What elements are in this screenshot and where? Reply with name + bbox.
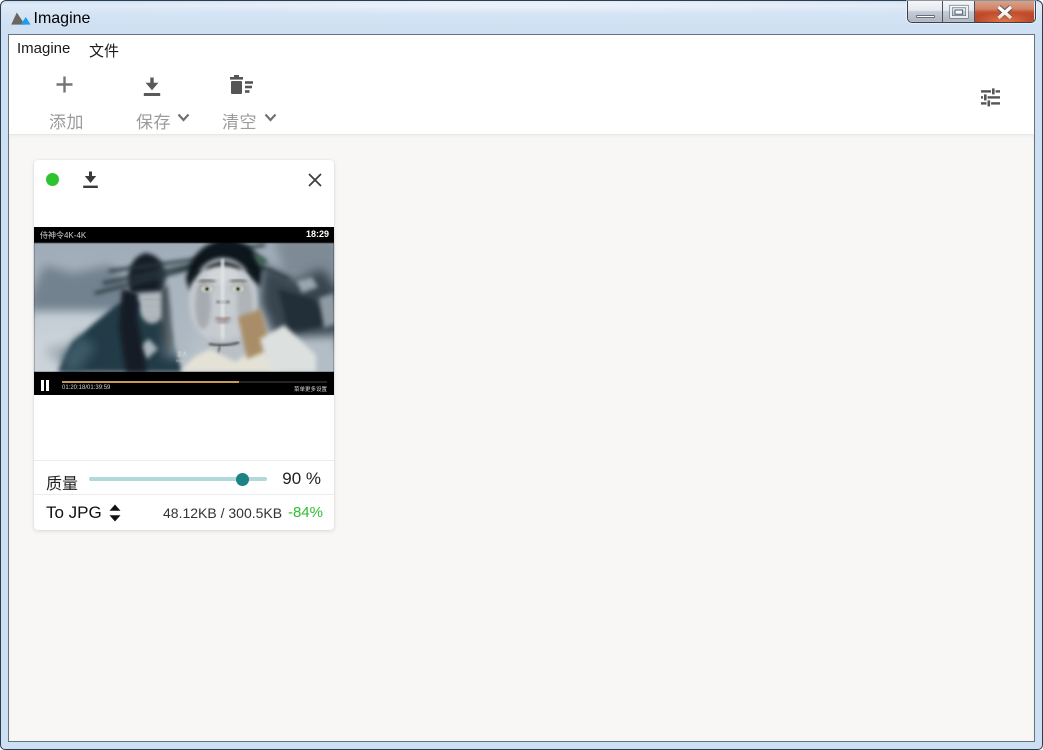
svg-text:Master: Master [176, 358, 189, 363]
svg-text:主人: 主人 [176, 350, 188, 358]
